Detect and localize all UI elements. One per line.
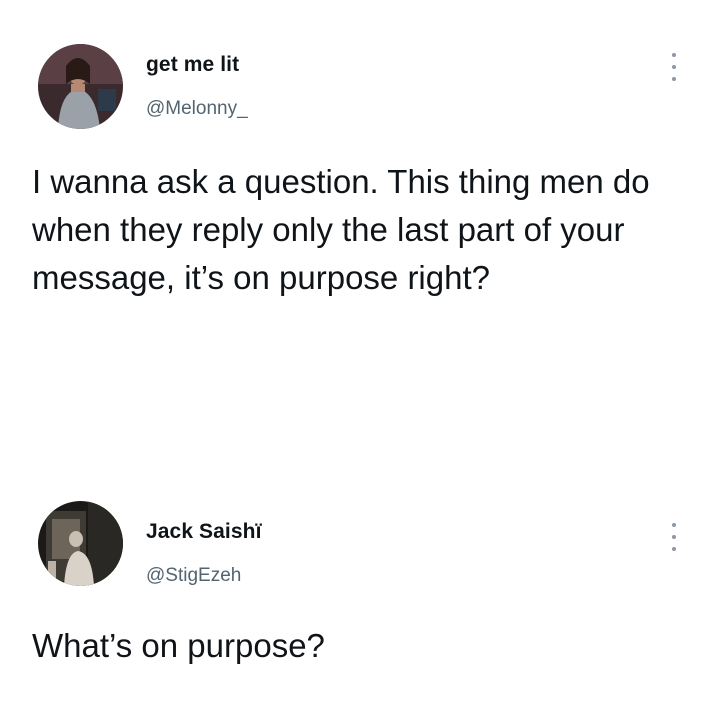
- more-vertical-icon[interactable]: [669, 53, 679, 81]
- display-name[interactable]: Jack Saishï: [146, 520, 262, 544]
- more-vertical-icon[interactable]: [669, 523, 679, 551]
- display-name[interactable]: get me lit: [146, 53, 239, 77]
- avatar[interactable]: [38, 44, 123, 129]
- dot: [672, 523, 676, 527]
- profile-photo: [38, 44, 123, 129]
- avatar[interactable]: [38, 501, 123, 586]
- tweet-text: What’s on purpose?: [32, 627, 325, 664]
- user-handle[interactable]: @StigEzeh: [146, 565, 241, 587]
- dot: [672, 547, 676, 551]
- dot: [672, 77, 676, 81]
- tweet-card[interactable]: get me lit @Melonny_ I wanna ask a quest…: [0, 0, 715, 460]
- tweet-card[interactable]: Jack Saishï @StigEzeh What’s on purpose?: [0, 490, 715, 714]
- dot: [672, 53, 676, 57]
- user-handle[interactable]: @Melonny_: [146, 98, 248, 120]
- tweet-text: I wanna ask a question. This thing men d…: [32, 163, 650, 296]
- dot: [672, 535, 676, 539]
- profile-photo: [38, 501, 123, 586]
- dot: [672, 65, 676, 69]
